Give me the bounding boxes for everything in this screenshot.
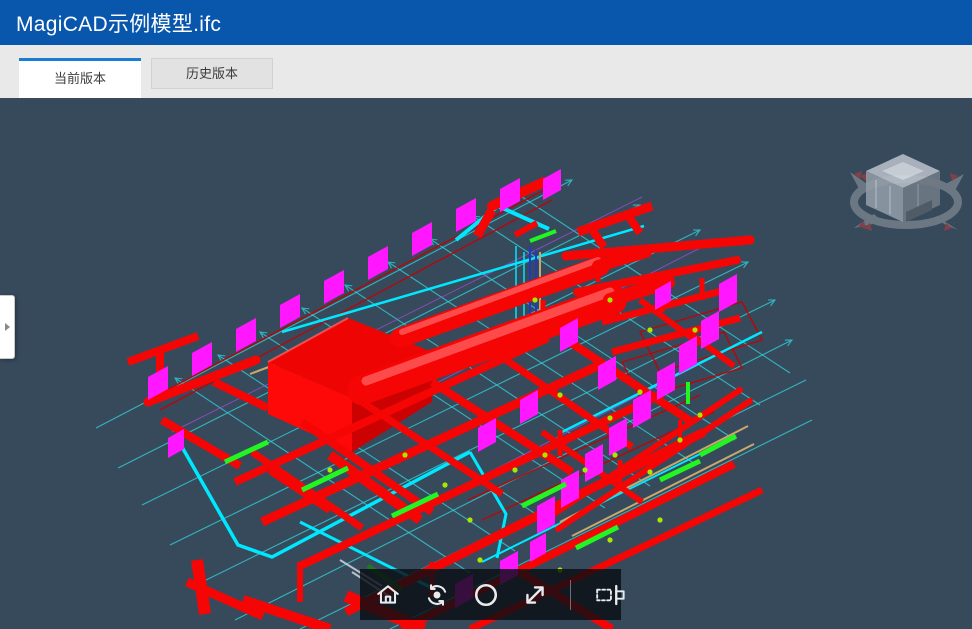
view-cube-house	[866, 154, 940, 222]
page-title: MagiCAD示例模型.ifc	[0, 8, 221, 38]
title-bar: MagiCAD示例模型.ifc	[0, 0, 972, 45]
tab-current-version[interactable]: 当前版本	[19, 58, 141, 98]
chevron-right-icon	[5, 323, 10, 331]
model-viewport[interactable]	[0, 98, 972, 629]
fullscreen-icon	[522, 582, 548, 608]
circle-icon	[473, 582, 499, 608]
home-icon	[375, 582, 401, 608]
tab-strip: 当前版本 历史版本	[0, 45, 972, 98]
panel-expand-handle[interactable]	[0, 295, 15, 359]
section-plane-button[interactable]	[592, 581, 631, 609]
section-plane-icon	[594, 582, 630, 608]
orbit-button[interactable]	[423, 581, 451, 609]
bim-model-canvas	[0, 98, 972, 629]
viewer-toolbar	[360, 569, 621, 620]
tab-history-version[interactable]: 历史版本	[151, 58, 273, 89]
select-circle-button[interactable]	[472, 581, 500, 609]
toolbar-divider	[570, 580, 571, 610]
view-cube[interactable]	[846, 150, 972, 246]
orbit-icon	[424, 582, 450, 608]
fullscreen-button[interactable]	[521, 581, 549, 609]
home-button[interactable]	[374, 581, 402, 609]
